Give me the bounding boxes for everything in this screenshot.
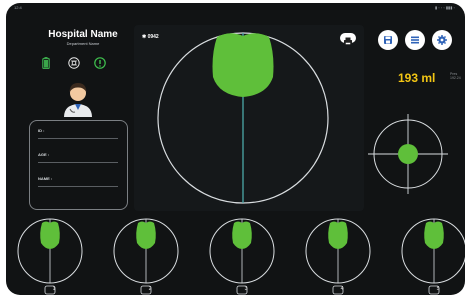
status-bar: 12:4 ▮ ◦ ◦ ◦ ▮▮▮ ◦ [6,3,465,12]
department-name: Department Name [66,41,100,46]
print-button[interactable] [340,33,356,45]
thumbnail-label-3: 3 [244,286,248,292]
patient-id-label: ID : [38,128,45,133]
printer-icon [344,37,352,45]
save-icon [384,36,392,44]
help-icon[interactable] [94,57,106,69]
aiming-indicator [368,114,448,194]
bladder-scan-view [157,32,329,204]
patient-info-card: ID : AGE : NAME : [29,120,128,210]
settings-button[interactable] [432,30,452,50]
thumbnail-label-4: 4 [340,286,344,292]
thumbnail-label-2: 2 [148,286,152,292]
tablet-screen: 12:4 ▮ ◦ ◦ ◦ ▮▮▮ ◦ Hospital Name Departm… [6,3,465,295]
thumbnail-2[interactable] [110,217,182,295]
hospital-name: Hospital Name [48,29,118,40]
battery-icon [42,57,50,69]
status-icon-row [36,57,126,69]
thumbnail-3[interactable] [206,217,278,295]
thumbnail-1[interactable] [14,217,86,295]
patient-name-field[interactable]: NAME : [38,175,118,187]
list-icon [411,36,419,44]
aim-target [398,144,418,164]
settings-circle-icon[interactable] [68,57,80,69]
scan-view-panel: ✱ 0942 [134,25,364,211]
doctor-avatar [64,83,92,117]
thumbnail-label-5: 5 [436,286,440,292]
thumbnail-label-1: 1 [52,286,56,292]
patient-name-label: NAME : [38,176,53,181]
volume-meta: Pres 192.24 [450,72,461,80]
patient-age-field[interactable]: AGE : [38,151,118,163]
settings-icon [437,35,447,45]
status-indicators: ▮ ◦ ◦ ◦ ▮▮▮ ◦ [434,5,455,10]
status-time: 12:4 [14,5,22,10]
thumbnail-4[interactable] [302,217,374,295]
thumbnail-5[interactable] [398,217,465,295]
patient-age-label: AGE : [38,152,50,157]
list-button[interactable] [405,30,425,50]
bladder-shape [212,33,274,97]
volume-meta-line2: 192.24 [450,76,461,80]
bladder-volume: 193 ml [398,71,436,85]
save-button[interactable] [378,30,398,50]
scan-thumbnails: 1 2 3 4 5 [6,217,465,295]
patient-id-field[interactable]: ID : [38,127,118,139]
